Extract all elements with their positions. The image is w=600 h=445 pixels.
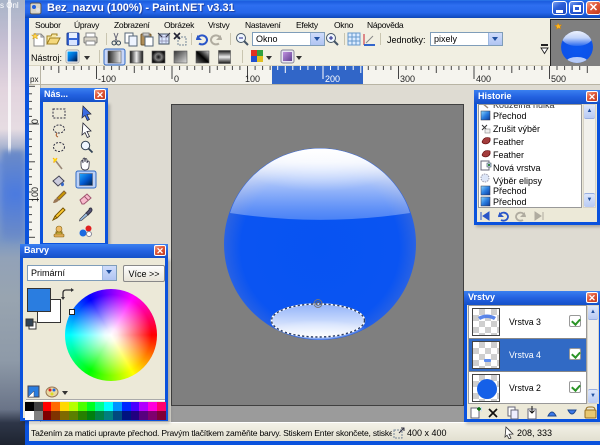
svg-text:100: 100 [30,187,40,202]
svg-text:-100: -100 [98,74,116,84]
svg-text:Výběr elipsy: Výběr elipsy [493,176,543,186]
svg-text:0: 0 [30,119,40,124]
svg-text:100: 100 [245,74,260,84]
svg-text:Nová vrstva: Nová vrstva [493,163,541,173]
svg-text:Feather: Feather [493,150,524,160]
svg-text:Přechod: Přechod [493,186,527,196]
svg-text:200: 200 [325,74,340,84]
svg-text:500: 500 [551,74,566,84]
svg-text:300: 300 [400,74,415,84]
svg-text:Zrušit výběr: Zrušit výběr [493,124,540,134]
svg-text:Feather: Feather [493,137,524,147]
svg-text:400: 400 [476,74,491,84]
svg-text:Přechod: Přechod [493,111,527,121]
svg-text:0: 0 [174,74,179,84]
svg-text:Přechod: Přechod [493,197,527,207]
